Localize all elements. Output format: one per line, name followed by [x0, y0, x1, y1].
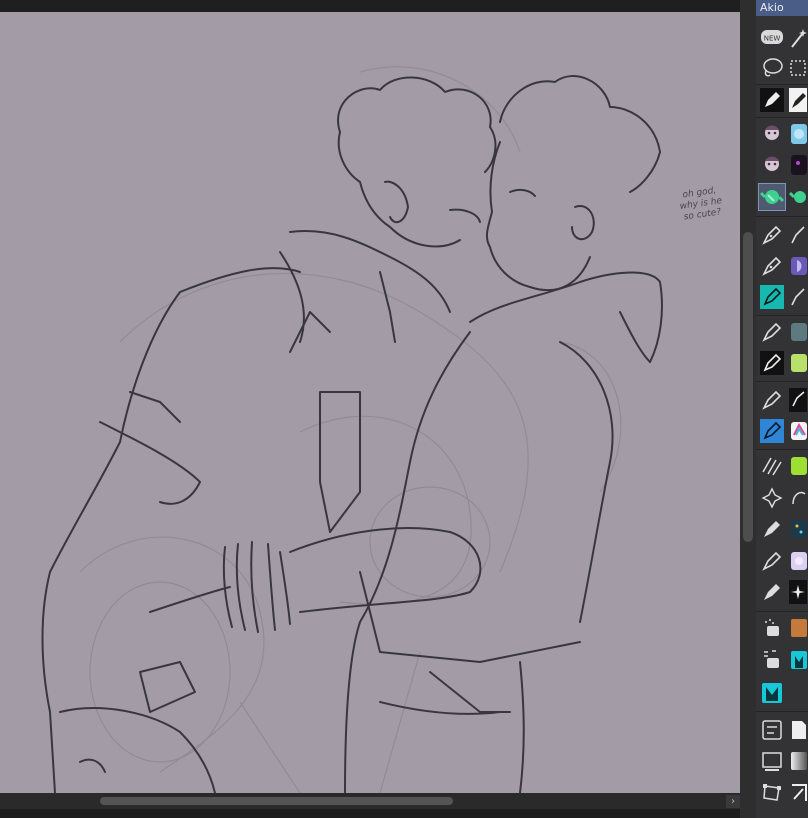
magic-wand-icon[interactable]	[789, 24, 808, 52]
dark-sparkle-brush-icon[interactable]	[789, 151, 808, 179]
ink-pen-icon[interactable]	[758, 386, 786, 414]
teal-pen-icon[interactable]	[758, 283, 786, 311]
pen-6-icon[interactable]	[758, 547, 786, 575]
vertical-scroll-thumb[interactable]	[743, 232, 753, 542]
gradient-swatch-icon[interactable]	[789, 747, 808, 775]
blend-tool-icon[interactable]	[758, 716, 786, 744]
purple-brush-icon[interactable]	[789, 252, 808, 280]
pen-5-icon[interactable]	[758, 515, 786, 543]
pastel-brush-icon[interactable]	[789, 547, 808, 575]
texture-brush-icon[interactable]	[789, 614, 808, 642]
frame-tool-icon[interactable]	[789, 779, 808, 807]
new-badge-label: NEW	[764, 35, 781, 43]
canvas-top-bar	[0, 0, 740, 12]
lime-brush-icon[interactable]	[789, 349, 808, 377]
nib-pen-icon[interactable]	[758, 221, 786, 249]
airbrush-icon[interactable]	[758, 614, 786, 642]
dots-brush-icon[interactable]	[789, 515, 808, 543]
hatching-icon[interactable]	[758, 452, 786, 480]
sketch-artwork	[41, 66, 663, 793]
outline-brush-icon[interactable]	[789, 484, 808, 512]
nib-pen-2-icon[interactable]	[789, 221, 808, 249]
rainbow-brush-icon[interactable]	[789, 417, 808, 445]
rect-select-icon[interactable]	[789, 54, 808, 82]
horizontal-scrollbar[interactable]	[0, 793, 740, 809]
ink-pen-black-icon[interactable]	[789, 386, 808, 414]
panel-title: Akio	[756, 0, 808, 16]
sub-tool-panel: Akio NEW	[756, 0, 808, 818]
bottom-status-strip	[0, 809, 756, 818]
blue-pattern-brush-icon[interactable]	[789, 120, 808, 148]
scroll-right-arrow[interactable]: ›	[726, 795, 740, 808]
character-brush-icon[interactable]	[758, 120, 786, 148]
transform-tool-icon[interactable]	[758, 779, 786, 807]
cyan-figure-brush-2-icon[interactable]	[758, 679, 786, 707]
blue-pen-icon[interactable]	[758, 417, 786, 445]
nib-pen-4-icon[interactable]	[789, 283, 808, 311]
drawing-canvas[interactable]: oh god, why is he so cute?	[0, 12, 740, 793]
spray-icon[interactable]	[758, 646, 786, 674]
green-leaf-brush-icon[interactable]	[789, 452, 808, 480]
horizontal-scroll-thumb[interactable]	[100, 797, 453, 805]
gradient-tool-icon[interactable]	[758, 747, 786, 775]
cyan-figure-brush-icon[interactable]	[789, 646, 808, 674]
star-sparkle-brush-icon[interactable]	[789, 578, 808, 606]
pattern-brush-icon[interactable]	[758, 484, 786, 512]
slate-brush-icon[interactable]	[789, 318, 808, 346]
green-candy-brush-icon[interactable]	[758, 183, 786, 211]
green-candy-brush-2-icon[interactable]	[789, 183, 808, 211]
pencil-black-icon[interactable]	[758, 349, 786, 377]
pen-white-icon[interactable]	[789, 86, 808, 114]
pen-icon[interactable]	[758, 86, 786, 114]
new-badge-icon[interactable]: NEW	[758, 24, 786, 52]
vertical-scrollbar[interactable]	[740, 0, 756, 818]
character-brush-2-icon[interactable]	[758, 151, 786, 179]
document-icon[interactable]	[789, 716, 808, 744]
nib-pen-3-icon[interactable]	[758, 252, 786, 280]
pencil-icon[interactable]	[758, 318, 786, 346]
pen-7-icon[interactable]	[758, 578, 786, 606]
lasso-icon[interactable]	[758, 54, 786, 82]
